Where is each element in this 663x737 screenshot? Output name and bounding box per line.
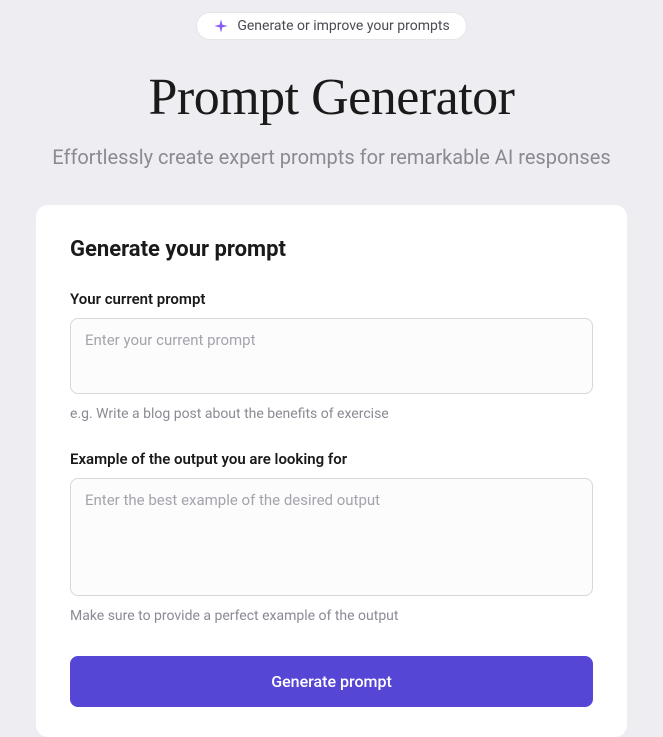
example-output-group: Example of the output you are looking fo… (70, 450, 593, 624)
form-card: Generate your prompt Your current prompt… (36, 205, 627, 737)
page-subtitle: Effortlessly create expert prompts for r… (0, 145, 663, 169)
current-prompt-input[interactable] (70, 318, 593, 394)
example-output-input[interactable] (70, 478, 593, 596)
form-heading: Generate your prompt (70, 237, 593, 262)
page-title: Prompt Generator (0, 68, 663, 127)
badge-label: Generate or improve your prompts (237, 18, 449, 34)
example-output-helper: Make sure to provide a perfect example o… (70, 608, 593, 624)
generate-button[interactable]: Generate prompt (70, 656, 593, 707)
sparkle-icon (213, 18, 229, 34)
badge: Generate or improve your prompts (196, 12, 466, 40)
current-prompt-group: Your current prompt e.g. Write a blog po… (70, 290, 593, 422)
current-prompt-helper: e.g. Write a blog post about the benefit… (70, 406, 593, 422)
current-prompt-label: Your current prompt (70, 290, 593, 308)
example-output-label: Example of the output you are looking fo… (70, 450, 593, 468)
